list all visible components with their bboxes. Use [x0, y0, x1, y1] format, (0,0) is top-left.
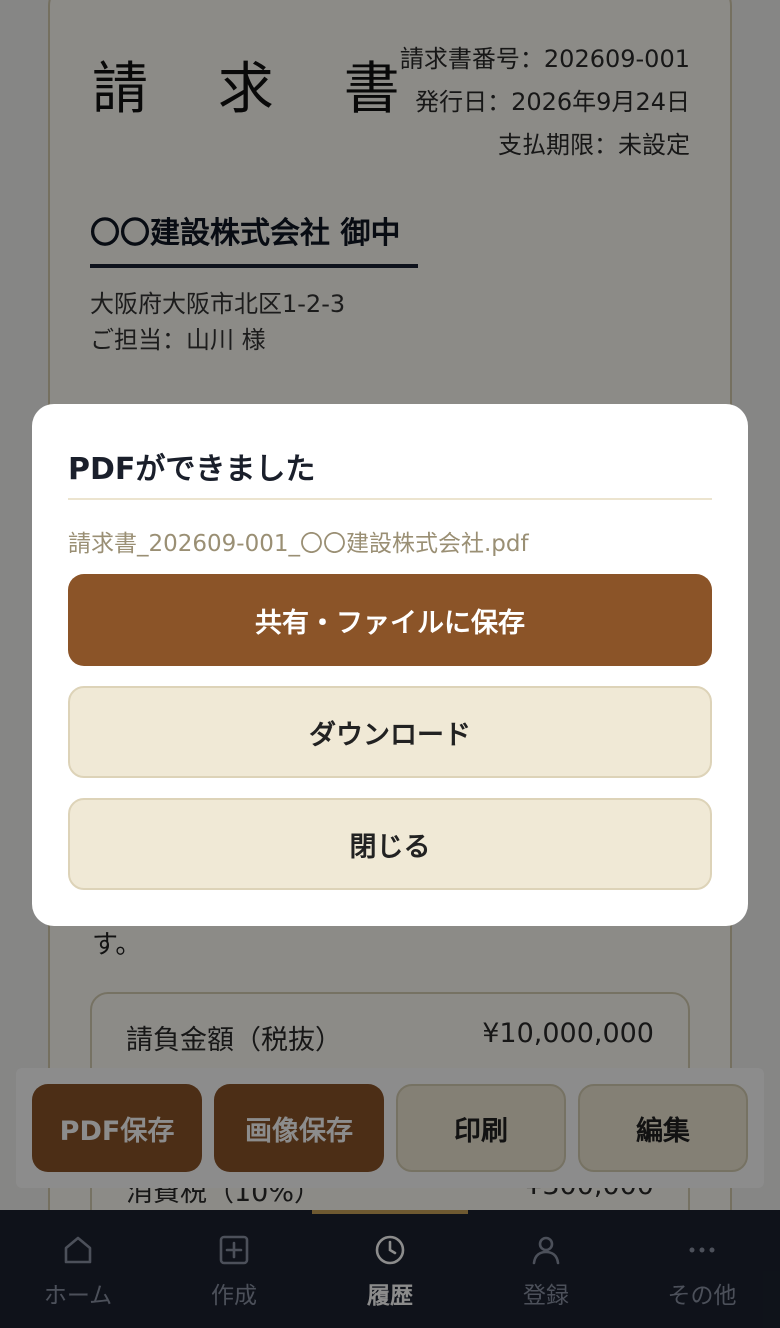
close-button[interactable]: 閉じる: [68, 798, 712, 890]
pdf-filename: 請求書_202609-001_〇〇建設株式会社.pdf: [68, 531, 529, 557]
app-screen: 請 求 書 請求書番号：202609-001 発行日：2026年9月24日 支払…: [0, 0, 780, 1328]
download-button[interactable]: ダウンロード: [68, 686, 712, 778]
dialog-divider: [68, 498, 712, 500]
share-save-file-button[interactable]: 共有・ファイルに保存: [68, 574, 712, 666]
dialog-title: PDFができました: [68, 452, 316, 487]
pdf-ready-dialog: PDFができました 請求書_202609-001_〇〇建設株式会社.pdf 共有…: [32, 404, 748, 926]
